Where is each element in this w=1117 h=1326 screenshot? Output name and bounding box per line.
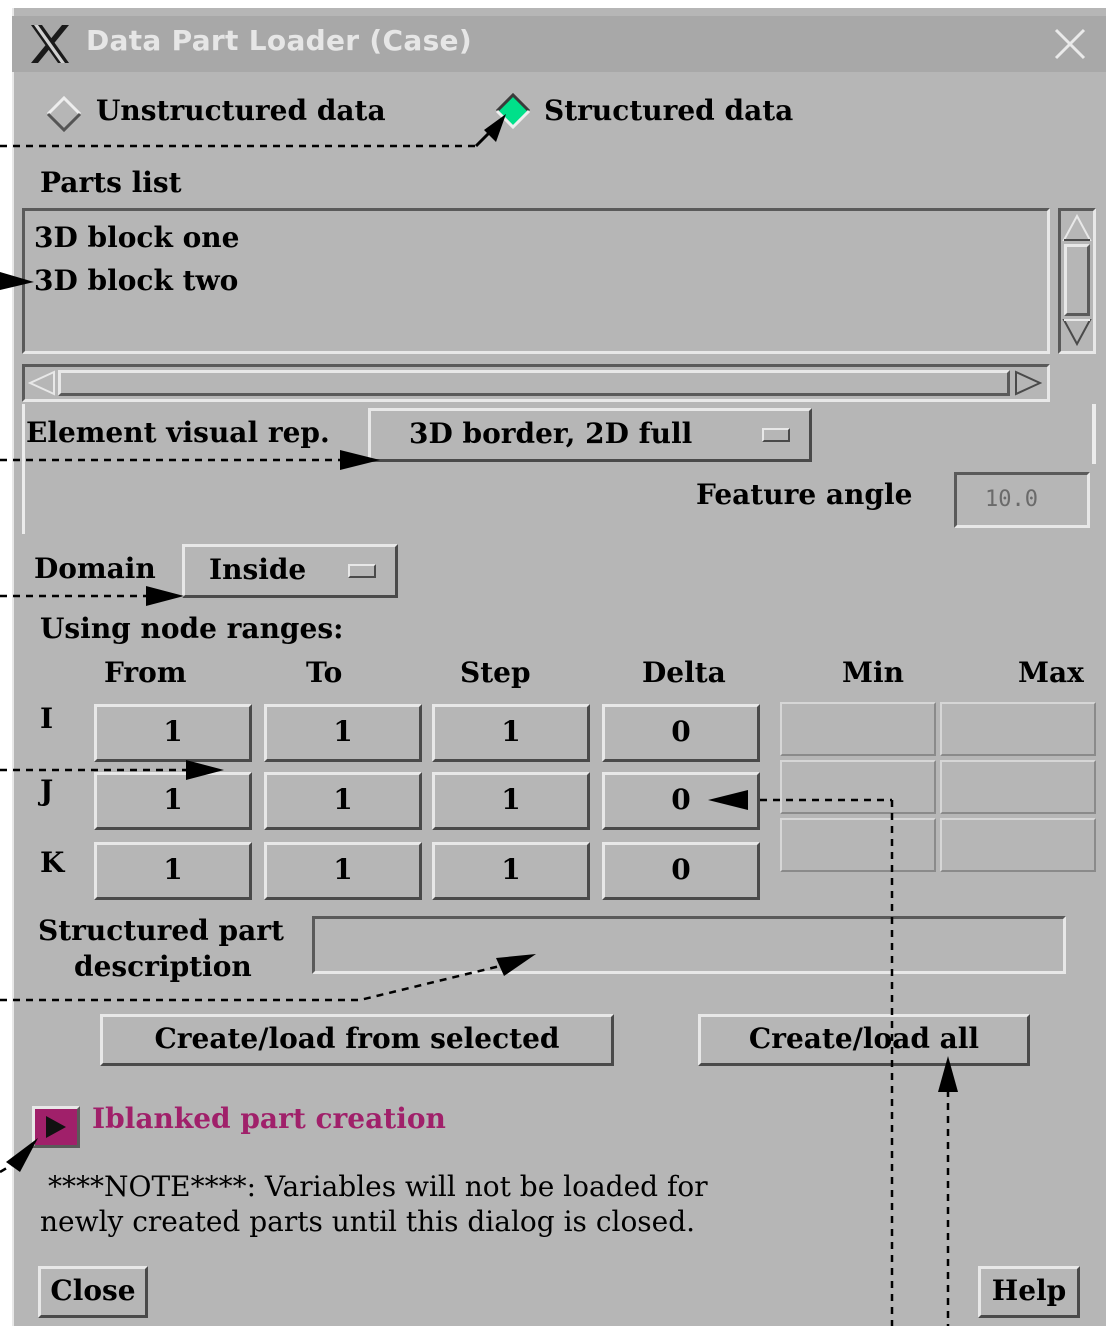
callout-annotations <box>0 114 958 1326</box>
